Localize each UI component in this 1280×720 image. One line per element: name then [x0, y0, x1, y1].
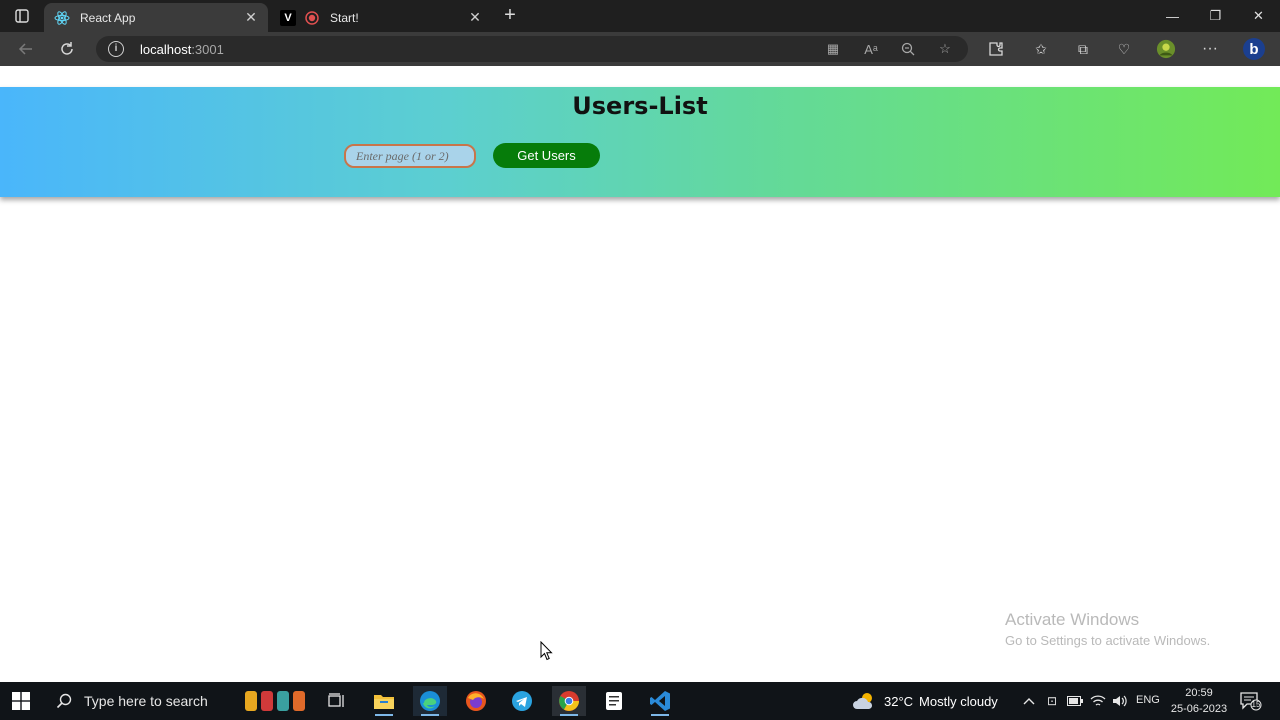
react-icon [54, 10, 70, 26]
task-view-icon[interactable] [320, 686, 354, 716]
system-clock[interactable]: 20:59 25-06-2023 [1168, 685, 1230, 717]
chevron-up-icon[interactable] [1021, 693, 1037, 709]
url-text: localhost:3001 [140, 42, 224, 57]
back-icon[interactable] [16, 39, 36, 59]
profile-avatar-icon[interactable] [1156, 39, 1176, 59]
restore-icon[interactable]: ❐ [1194, 0, 1237, 32]
clock-date: 25-06-2023 [1170, 703, 1228, 715]
browser-tab-strip: React App ✕ V Start! ✕ + — ❐ ✕ [0, 0, 1280, 32]
address-bar[interactable]: i localhost:3001 ▦ Aᵃ ☆ [96, 36, 968, 62]
chrome-icon[interactable] [552, 686, 586, 716]
zoom-icon[interactable] [899, 41, 917, 57]
notepad-app-icon[interactable] [597, 686, 631, 716]
tab-react-app[interactable]: React App ✕ [44, 3, 268, 32]
close-tab-icon[interactable]: ✕ [468, 9, 482, 25]
file-explorer-icon[interactable] [367, 686, 401, 716]
new-tab-button[interactable]: + [500, 5, 520, 26]
telegram-icon[interactable] [505, 686, 539, 716]
notification-center-icon[interactable]: 15 [1240, 691, 1262, 711]
weather-temp: 32°C [884, 693, 914, 709]
get-users-button[interactable]: Get Users [493, 143, 600, 168]
search-icon [56, 693, 72, 709]
search-highlight-icon[interactable] [243, 686, 313, 716]
meet-now-icon[interactable]: ⊡ [1044, 693, 1060, 709]
close-window-icon[interactable]: ✕ [1237, 0, 1280, 32]
notification-count: 15 [1251, 700, 1261, 709]
search-placeholder: Type here to search [84, 693, 208, 709]
extensions-icon[interactable] [986, 39, 1006, 59]
url-host: localhost [140, 42, 192, 57]
favorite-star-icon[interactable]: ☆ [936, 41, 954, 57]
activate-windows-watermark: Activate Windows Go to Settings to activ… [1005, 610, 1210, 648]
web-page: Users-List Get Users Activate Windows Go… [0, 66, 1280, 682]
read-aloud-icon[interactable]: Aᵃ [862, 41, 880, 57]
settings-more-icon[interactable]: ··· [1200, 39, 1220, 59]
v-logo-icon: V [280, 9, 296, 26]
vscode-icon[interactable] [643, 686, 677, 716]
page-title: Users-List [572, 92, 708, 120]
url-port: :3001 [191, 42, 224, 57]
cloud-sun-icon [853, 693, 873, 709]
tab-title: Start! [330, 10, 359, 25]
taskbar-search-box[interactable]: Type here to search [48, 684, 238, 718]
bing-copilot-icon[interactable]: b [1242, 37, 1266, 61]
tab-start[interactable]: V Start! ✕ [270, 3, 492, 32]
language-indicator[interactable]: ENG [1136, 694, 1160, 706]
close-tab-icon[interactable]: ✕ [244, 9, 258, 25]
clock-time: 20:59 [1185, 687, 1213, 699]
weather-condition: Mostly cloudy [919, 693, 998, 709]
tab-title: React App [80, 10, 136, 25]
watermark-line-1: Activate Windows [1005, 610, 1140, 629]
battery-icon[interactable] [1067, 693, 1083, 709]
page-number-input[interactable] [344, 144, 476, 168]
windows-start-icon[interactable] [12, 692, 30, 710]
volume-icon[interactable] [1112, 693, 1128, 709]
record-icon [304, 10, 320, 26]
performance-icon[interactable]: ♡ [1114, 39, 1134, 59]
edge-browser-icon[interactable] [413, 686, 447, 716]
wifi-icon[interactable] [1090, 693, 1106, 709]
site-info-icon[interactable]: i [108, 41, 124, 57]
firefox-icon[interactable] [459, 686, 493, 716]
mouse-cursor-icon [540, 641, 553, 661]
refresh-icon[interactable] [57, 39, 77, 59]
window-controls: — ❐ ✕ [1151, 0, 1280, 32]
header-banner: Users-List Get Users [0, 87, 1280, 197]
minimize-icon[interactable]: — [1151, 0, 1194, 32]
watermark-line-2: Go to Settings to activate Windows. [1005, 633, 1211, 648]
windows-taskbar: Type here to search 32°C Mostly cloudy ⊡ [0, 682, 1280, 720]
app-available-icon[interactable]: ▦ [824, 41, 842, 57]
favorites-icon[interactable]: ✩ [1031, 39, 1051, 59]
weather-widget[interactable]: 32°C Mostly cloudy [852, 682, 998, 720]
tab-actions-icon[interactable] [10, 7, 34, 25]
browser-toolbar: i localhost:3001 ▦ Aᵃ ☆ ✩ ⧉ ♡ ··· b [0, 32, 1280, 66]
collections-icon[interactable]: ⧉ [1073, 39, 1093, 59]
svg-text:b: b [1249, 41, 1258, 58]
